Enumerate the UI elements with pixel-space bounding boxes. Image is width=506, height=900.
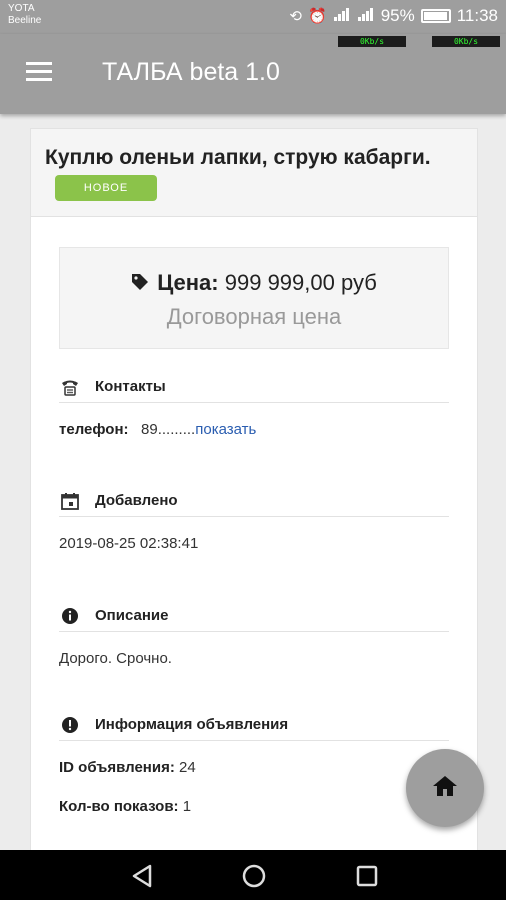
info-views-row: Кол-во показов: 1 bbox=[59, 776, 449, 815]
price-label: Цена: bbox=[157, 270, 219, 295]
added-heading: Добавлено bbox=[59, 487, 449, 517]
info-heading-text: Информация объявления bbox=[95, 716, 289, 733]
recents-icon[interactable] bbox=[353, 862, 381, 890]
ad-card: Куплю оленьи лапки, струю кабарги.НОВОЕ … bbox=[30, 128, 478, 868]
net-speed-meter: 0Kb/s bbox=[432, 36, 500, 47]
calendar-icon bbox=[59, 490, 81, 512]
info-heading: Информация объявления bbox=[59, 711, 449, 741]
added-heading-text: Добавлено bbox=[95, 492, 178, 509]
price-note: Договорная цена bbox=[166, 304, 342, 329]
description-heading: Описание bbox=[59, 602, 449, 632]
carrier-secondary: Beeline bbox=[8, 15, 42, 26]
status-badge: НОВОЕ bbox=[55, 175, 157, 202]
added-date: 2019-08-25 02:38:41 bbox=[59, 535, 199, 552]
menu-icon[interactable] bbox=[26, 62, 52, 82]
info-icon bbox=[59, 605, 81, 627]
system-nav-bar bbox=[0, 850, 506, 900]
app-title: ТАЛБА beta 1.0 bbox=[102, 58, 280, 86]
ad-title: Куплю оленьи лапки, струю кабарги. НОВОЕ bbox=[45, 143, 463, 203]
views-value: 1 bbox=[182, 798, 192, 815]
price-box: Цена: 999 999,00 руб Договорная цена bbox=[59, 247, 449, 349]
views-label: Кол-во показов: bbox=[59, 798, 179, 815]
net-speed-meter: 0Kb/s bbox=[338, 36, 406, 47]
tag-icon bbox=[131, 271, 149, 290]
phone-row: телефон: 89.........показать bbox=[59, 403, 449, 438]
contacts-section: Контакты телефон: 89.........показать bbox=[59, 373, 449, 438]
info-id-row: ID объявления: 24 bbox=[59, 741, 449, 776]
home-fab-button[interactable] bbox=[406, 749, 484, 827]
description-section: Описание Дорого. Срочно. bbox=[59, 602, 449, 667]
contacts-heading-text: Контакты bbox=[95, 378, 166, 395]
price-value: 999 999,00 руб bbox=[224, 270, 377, 295]
ad-id-value: 24 bbox=[178, 759, 196, 776]
back-icon[interactable] bbox=[128, 862, 156, 890]
alarm-icon: ⏰ bbox=[308, 8, 327, 25]
phone-value: 89......... bbox=[141, 421, 196, 438]
home-icon bbox=[432, 774, 458, 803]
ad-id-label: ID объявления: bbox=[59, 759, 175, 776]
ad-title-text: Куплю оленьи лапки, струю кабарги. bbox=[45, 146, 431, 169]
clock: 11:38 bbox=[456, 6, 498, 25]
price-line: Цена: 999 999,00 руб bbox=[60, 270, 448, 296]
app-bar: 0Kb/s 0Kb/s ТАЛБА beta 1.0 bbox=[0, 34, 506, 114]
show-phone-link[interactable]: показать bbox=[195, 421, 256, 438]
phone-icon bbox=[59, 376, 81, 398]
carrier-info: YOTA Beeline bbox=[8, 3, 41, 27]
info-section: Информация объявления ID объявления: 24 … bbox=[59, 711, 449, 815]
status-indicators: ⟲ ⏰ 95% 11:38 bbox=[289, 6, 498, 26]
description-heading-text: Описание bbox=[95, 607, 169, 624]
description-text: Дорого. Срочно. bbox=[59, 650, 172, 667]
home-nav-icon[interactable] bbox=[240, 862, 268, 890]
added-section: Добавлено 2019-08-25 02:38:41 bbox=[59, 487, 449, 552]
status-bar: YOTA Beeline ⟲ ⏰ 95% 11:38 bbox=[0, 0, 506, 34]
battery-percent: 95% bbox=[380, 6, 415, 25]
alert-icon bbox=[59, 714, 81, 736]
battery-icon bbox=[420, 9, 451, 23]
sync-icon: ⟲ bbox=[289, 8, 302, 25]
carrier-primary: YOTA bbox=[8, 3, 35, 14]
signal-4g-icon bbox=[333, 7, 351, 25]
phone-label: телефон: bbox=[59, 421, 129, 438]
signal-icon bbox=[357, 7, 375, 25]
ad-header: Куплю оленьи лапки, струю кабарги. НОВОЕ bbox=[31, 129, 477, 217]
contacts-heading: Контакты bbox=[59, 373, 449, 403]
